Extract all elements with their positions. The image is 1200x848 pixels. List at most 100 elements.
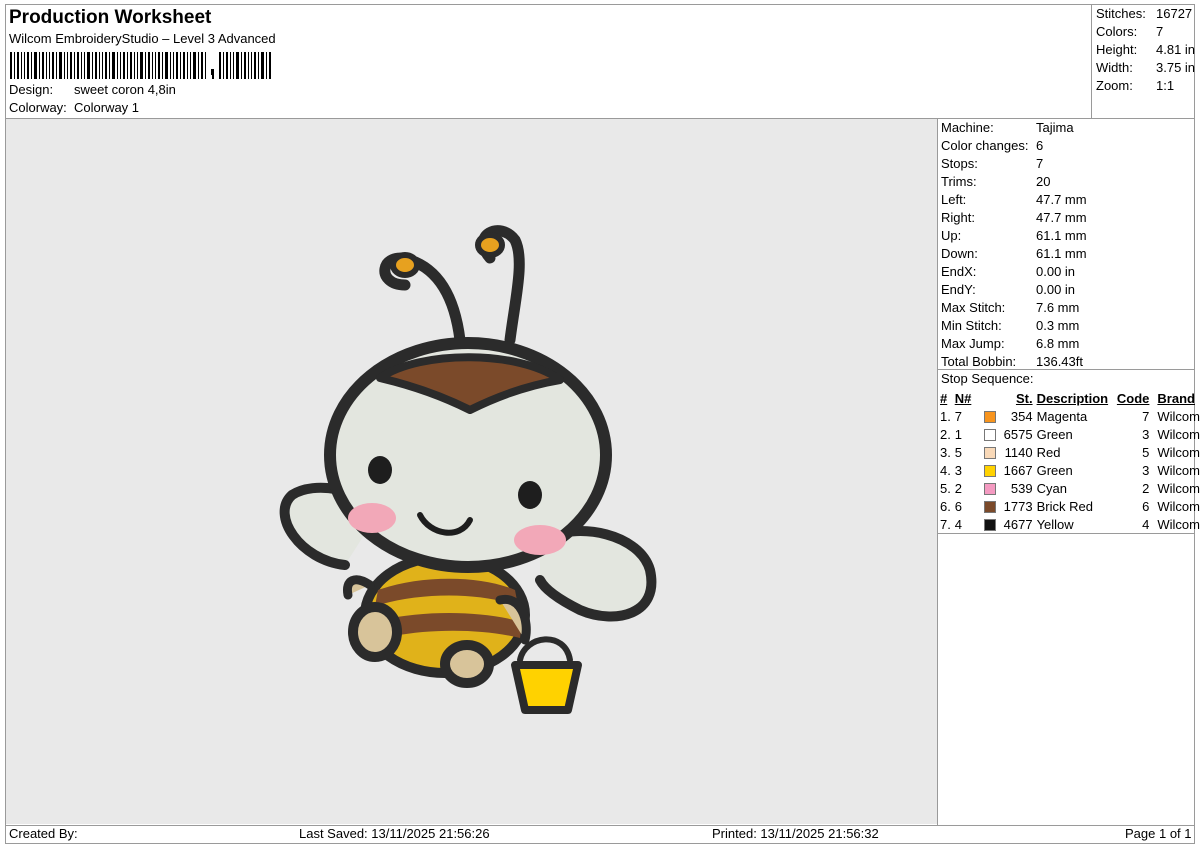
table-header-row: # N# St. Description Code Brand <box>940 389 1200 407</box>
stat-value: 3.75 in <box>1156 60 1196 75</box>
stat-row: Zoom: 1:1 <box>1096 77 1195 95</box>
info-value: 61.1 mm <box>1036 228 1087 243</box>
row-needle: 2 <box>954 480 962 496</box>
row-color <box>984 425 999 443</box>
page-number: Page 1 of 1 <box>1125 826 1192 841</box>
row-code: 2 <box>1142 480 1150 496</box>
col-description: Description <box>1036 390 1109 406</box>
row-brand: Wilcom <box>1157 516 1200 532</box>
info-value: Tajima <box>1036 120 1074 135</box>
row-stitches: 1667 <box>1003 462 1033 478</box>
row-code: 6 <box>1142 498 1150 514</box>
info-value: 6.8 mm <box>1036 336 1080 351</box>
info-row: Color changes: 6 <box>941 137 1087 155</box>
stat-row: Height: 4.81 in <box>1096 41 1195 59</box>
row-color <box>984 479 999 497</box>
row-color <box>984 443 999 461</box>
colorway-value: Colorway 1 <box>74 100 140 115</box>
info-row: Left: 47.7 mm <box>941 191 1087 209</box>
row-code: 3 <box>1142 462 1150 478</box>
stat-row: Colors: 7 <box>1096 23 1195 41</box>
row-color <box>984 515 999 533</box>
row-description: Red <box>1036 444 1061 460</box>
colorway-label: Colorway: <box>9 100 67 115</box>
info-value: 7.6 mm <box>1036 300 1080 315</box>
info-value: 61.1 mm <box>1036 246 1087 261</box>
page-title: Production Worksheet <box>9 7 212 28</box>
row-stitches: 1140 <box>1004 444 1033 460</box>
colorway-row: Colorway: Colorway 1 <box>9 99 139 117</box>
stat-value: 1:1 <box>1156 78 1175 93</box>
table-row: 6. 6 1773 Brick Red 6 Wilcom <box>940 497 1200 515</box>
row-stitches: 354 <box>1010 408 1033 424</box>
stats-divider <box>1091 4 1092 118</box>
info-value: 0.3 mm <box>1036 318 1080 333</box>
info-row: Trims: 20 <box>941 173 1087 191</box>
stat-value: 4.81 in <box>1156 42 1196 57</box>
row-index: 2. <box>940 426 951 442</box>
info-label: Down: <box>941 246 978 261</box>
stat-row: Stitches: 16727 <box>1096 5 1195 23</box>
row-index: 1. <box>940 408 951 424</box>
row-color <box>984 497 999 515</box>
row-index: 7. <box>940 516 951 532</box>
row-code: 4 <box>1142 516 1150 532</box>
table-row: 4. 3 1667 Green 3 Wilcom <box>940 461 1200 479</box>
info-row: Stops: 7 <box>941 155 1087 173</box>
table-row: 1. 7 354 Magenta 7 Wilcom <box>940 407 1200 425</box>
software-name: Wilcom EmbroideryStudio – Level 3 Advanc… <box>9 31 276 46</box>
row-brand: Wilcom <box>1157 480 1200 496</box>
row-index: 4. <box>940 462 951 478</box>
design-value: sweet coron 4,8in <box>74 82 176 97</box>
info-label: Trims: <box>941 174 977 189</box>
row-stitches: 1773 <box>1003 498 1033 514</box>
row-needle: 4 <box>954 516 962 532</box>
footer-divider <box>5 825 1195 826</box>
row-description: Green <box>1036 462 1073 478</box>
row-brand: Wilcom <box>1157 462 1200 478</box>
bee-embroidery-image <box>279 225 657 714</box>
stat-label: Colors: <box>1096 24 1138 39</box>
sidebar-divider <box>937 118 938 825</box>
design-label: Design: <box>9 82 54 97</box>
info-label: EndY: <box>941 282 976 297</box>
stop-sequence-table: # N# St. Description Code Brand 1. 7 354 Ma… <box>940 389 1200 533</box>
row-description: Brick Red <box>1036 498 1093 514</box>
col-needle: N# <box>954 390 972 406</box>
row-brand: Wilcom <box>1157 426 1200 442</box>
info-label: Color changes: <box>941 138 1029 153</box>
info-label: EndX: <box>941 264 977 279</box>
row-code: 3 <box>1142 426 1150 442</box>
row-description: Magenta <box>1036 408 1088 424</box>
info-row: Max Jump: 6.8 mm <box>941 335 1087 353</box>
stat-label: Zoom: <box>1096 78 1133 93</box>
row-needle: 5 <box>954 444 962 460</box>
row-description: Yellow <box>1036 516 1074 532</box>
info-label: Min Stitch: <box>941 318 1002 333</box>
info-label: Up: <box>941 228 962 243</box>
stat-row: Width: 3.75 in <box>1096 59 1195 77</box>
info-value: 20 <box>1036 174 1051 189</box>
row-stitches: 4677 <box>1003 516 1033 532</box>
col-brand: Brand <box>1157 390 1195 406</box>
info-label: Machine: <box>941 120 994 135</box>
design-preview <box>6 119 937 824</box>
color-swatch <box>984 501 997 514</box>
info-row: EndY: 0.00 in <box>941 281 1087 299</box>
row-code: 5 <box>1142 444 1150 460</box>
info-label: Max Stitch: <box>941 300 1006 315</box>
row-index: 5. <box>940 480 951 496</box>
created-by: Created By: <box>9 826 78 841</box>
stat-label: Stitches: <box>1096 6 1146 21</box>
color-swatch <box>984 465 997 478</box>
color-swatch <box>984 519 997 532</box>
info-label: Max Jump: <box>941 336 1005 351</box>
row-color <box>984 407 999 425</box>
row-description: Cyan <box>1036 480 1067 496</box>
row-color <box>984 461 999 479</box>
col-code: Code <box>1116 390 1150 406</box>
col-stitches: St. <box>1015 390 1033 406</box>
col-color <box>984 389 999 407</box>
row-index: 3. <box>940 444 951 460</box>
row-needle: 3 <box>954 462 962 478</box>
